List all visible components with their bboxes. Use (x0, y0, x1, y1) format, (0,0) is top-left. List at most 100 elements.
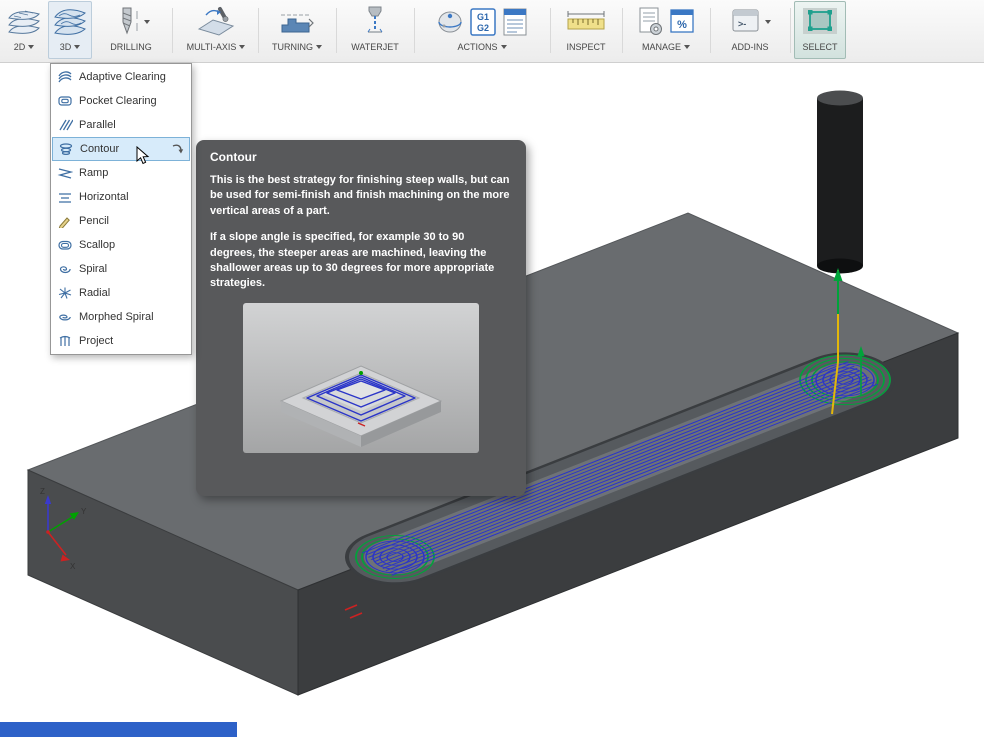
spiral-icon (59, 266, 71, 274)
toolbar-button-multi-axis[interactable]: MULTI-AXIS (176, 1, 256, 59)
menu-item-pencil[interactable]: Pencil (52, 209, 190, 233)
tooltip-paragraph-2: If a slope angle is specified, for examp… (210, 231, 495, 290)
repeat-arrow-icon (172, 144, 184, 154)
parallel-icon (59, 119, 73, 131)
horizontal-icon (59, 193, 71, 203)
toolbar-separator (414, 8, 415, 53)
menu-item-project[interactable]: Project (52, 329, 190, 353)
menu-item-label: Pencil (79, 215, 109, 227)
menu-item-radial[interactable]: Radial (52, 281, 190, 305)
menu-item-pocket-clearing[interactable]: Pocket Clearing (52, 89, 190, 113)
toolbar-label-drilling: DRILLING (110, 42, 152, 52)
axis-label-x: X (70, 562, 76, 571)
toolbar-label-manage: MANAGE (641, 42, 681, 52)
toolbar-button-2d[interactable]: 2D (2, 1, 46, 59)
menu-item-spiral[interactable]: Spiral (52, 257, 190, 281)
2d-milling-icon (8, 10, 40, 34)
tool-library-icon (639, 7, 662, 35)
g1-label: G1 (477, 12, 489, 22)
select-box-icon (803, 8, 837, 34)
menu-item-parallel[interactable]: Parallel (52, 113, 190, 137)
3d-milling-icon (54, 9, 86, 35)
turning-icon (281, 14, 314, 33)
toolbar-separator (258, 8, 259, 53)
contour-icon (59, 143, 73, 156)
toolbar-button-actions[interactable]: G1 G2 ACTIONS (418, 1, 546, 59)
axis-label-z: Z (40, 487, 45, 496)
menu-item-adaptive-clearing[interactable]: Adaptive Clearing (52, 65, 190, 89)
toolbar-button-drilling[interactable]: DRILLING (96, 1, 166, 59)
toolbar-label-inspect: INSPECT (566, 42, 606, 52)
chevron-down-icon (316, 45, 322, 49)
chevron-down-icon (239, 45, 246, 49)
menu-item-label: Contour (80, 143, 120, 155)
tooltip-paragraph-1: This is the best strategy for finishing … (210, 174, 510, 217)
toolbar-label-3d: 3D (59, 42, 72, 52)
menu-item-label: Pocket Clearing (79, 95, 157, 107)
toolbar-label-turning: TURNING (272, 42, 313, 52)
menu-3d-strategies: Adaptive Clearing Pocket Clearing Parall… (50, 63, 192, 355)
toolbar-button-turning[interactable]: TURNING (262, 1, 332, 59)
adaptive-clearing-icon (58, 71, 72, 83)
menu-item-label: Project (79, 335, 114, 347)
contour-preview-render (243, 302, 479, 453)
toolbar-button-inspect[interactable]: INSPECT (554, 1, 618, 59)
axis-label-y: Y (81, 507, 87, 516)
toolbar-button-manage[interactable]: % MANAGE (626, 1, 706, 59)
pocket-clearing-icon (58, 96, 72, 106)
tool-cylinder (817, 90, 863, 274)
toolbar-button-3d[interactable]: 3D (48, 1, 92, 59)
menu-item-label: Ramp (79, 167, 109, 179)
menu-item-ramp[interactable]: Ramp (52, 161, 190, 185)
chevron-down-icon (765, 20, 771, 24)
machining-time-icon: % (670, 9, 694, 33)
toolbar-label-waterjet: WATERJET (351, 42, 399, 52)
menu-item-label: Parallel (79, 119, 116, 131)
toolbar-button-waterjet[interactable]: WATERJET (340, 1, 410, 59)
mouse-cursor-icon (136, 146, 150, 165)
toolbar-button-add-ins[interactable]: >- ADD-INS (714, 1, 786, 59)
timeline-bar (0, 722, 237, 737)
toolbar-separator (172, 8, 173, 53)
prompt-label: >- (738, 19, 746, 29)
toolbar-button-select[interactable]: SELECT (794, 1, 846, 59)
chevron-down-icon (144, 20, 150, 24)
menu-item-scallop[interactable]: Scallop (52, 233, 190, 257)
menu-item-contour[interactable]: Contour (52, 137, 190, 161)
scripts-add-ins-icon: >- (732, 9, 759, 32)
fusion-cam-workspace: 2D 3D DRILLING MULTI-AXIS TURNING WATERJ… (0, 0, 984, 737)
ramp-icon (57, 168, 73, 179)
post-process-icon: G1 G2 (470, 8, 496, 36)
chevron-down-icon (500, 45, 507, 49)
toolbar-label-add-ins: ADD-INS (731, 42, 769, 52)
tooltip-preview-image (243, 302, 479, 453)
percent-label: % (677, 19, 687, 31)
toolbar-separator (622, 8, 623, 53)
toolbar-label-2d: 2D (13, 42, 26, 52)
menu-item-horizontal[interactable]: Horizontal (52, 185, 190, 209)
toolbar-separator (710, 8, 711, 53)
menu-item-label: Spiral (79, 263, 108, 275)
simulate-icon (438, 11, 462, 33)
chevron-down-icon (74, 45, 81, 49)
toolbar-label-multi-axis: MULTI-AXIS (186, 42, 237, 52)
measure-ruler-icon (567, 11, 605, 30)
setup-sheet-icon (503, 8, 527, 36)
multi-axis-icon (197, 7, 235, 36)
toolbar-separator (550, 8, 551, 53)
tooltip-title: Contour (210, 150, 257, 164)
menu-item-morphed-spiral[interactable]: Morphed Spiral (52, 305, 190, 329)
morphed-spiral-icon (59, 314, 71, 321)
chevron-down-icon (28, 45, 35, 49)
menu-item-label: Scallop (79, 239, 116, 251)
toolbar-label-actions: ACTIONS (457, 42, 498, 52)
radial-icon (58, 287, 72, 299)
menu-item-label: Morphed Spiral (79, 311, 154, 323)
toolbar-label-select: SELECT (802, 42, 838, 52)
project-icon (59, 335, 71, 346)
chevron-down-icon (684, 45, 690, 49)
menu-item-label: Horizontal (79, 191, 129, 203)
g2-label: G2 (477, 23, 489, 33)
drilling-icon (122, 7, 138, 35)
menu-item-label: Adaptive Clearing (79, 71, 166, 83)
